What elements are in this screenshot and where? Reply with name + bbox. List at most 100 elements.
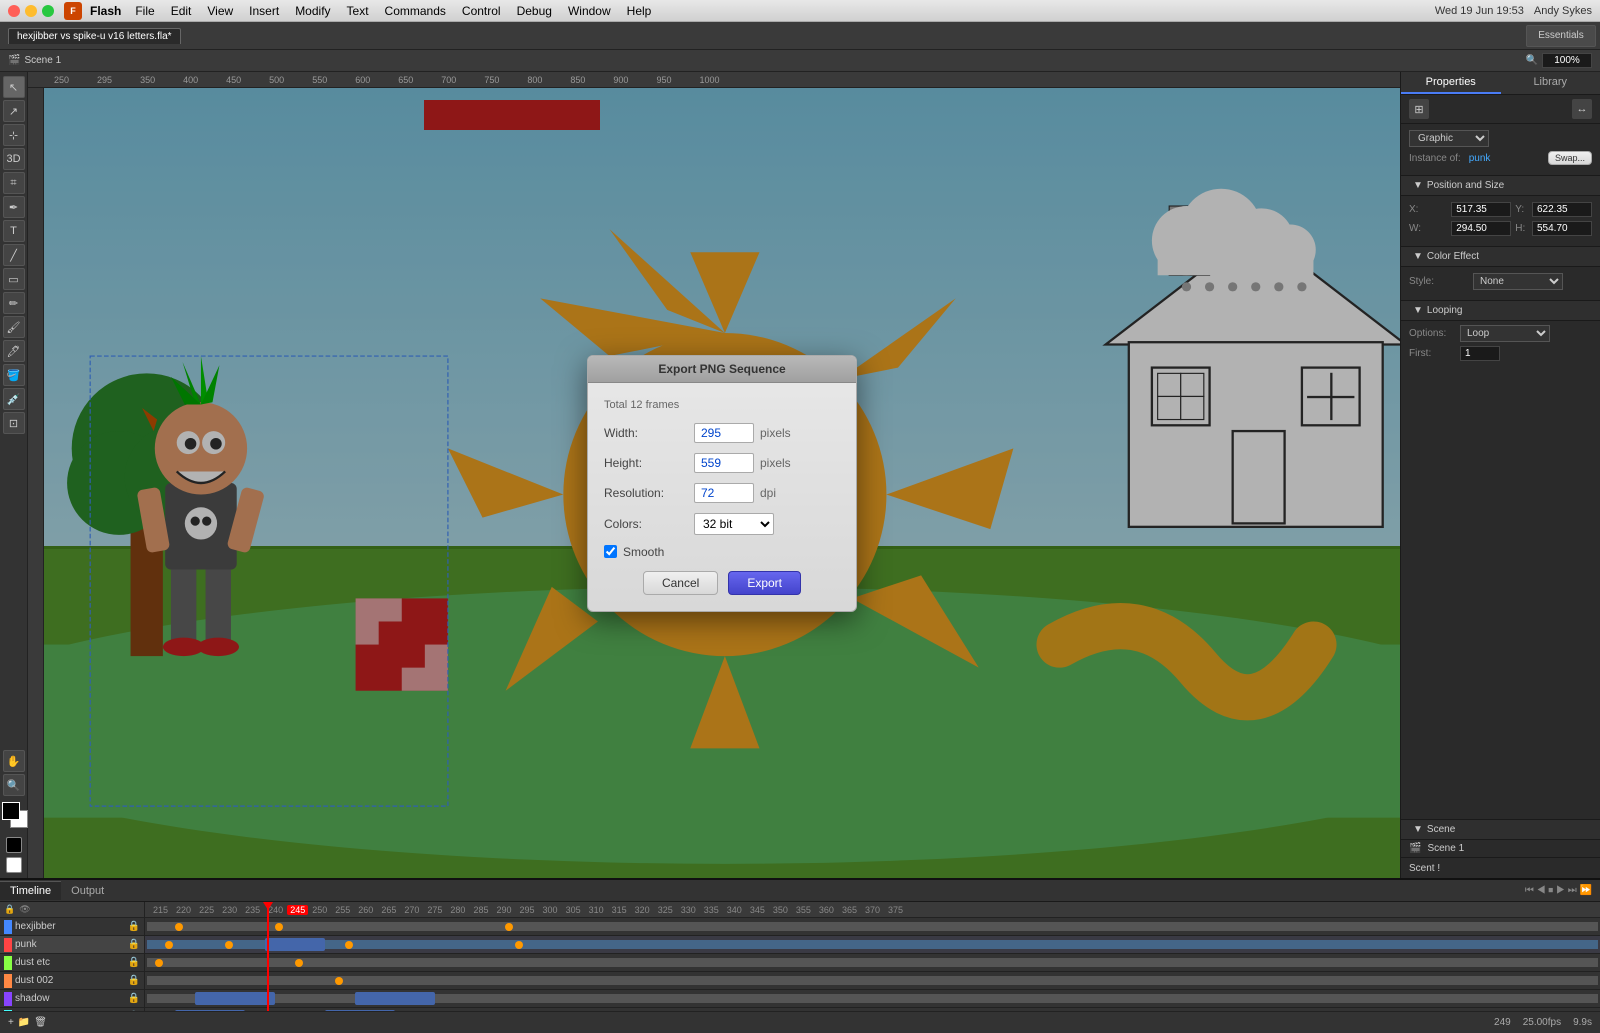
export-button[interactable]: Export [728, 571, 801, 595]
w-input[interactable] [1451, 221, 1511, 236]
frame-ruler: 215 220 225 230 235 240 245 250 255 260 … [145, 902, 1600, 918]
smooth-checkbox[interactable] [604, 545, 617, 558]
brush-tool[interactable]: 🖌 [3, 316, 25, 338]
position-size-triangle: ▼ [1413, 180, 1423, 191]
delete-layer-button[interactable]: 🗑 [34, 1017, 47, 1028]
cancel-button[interactable]: Cancel [643, 571, 718, 595]
zoom-input[interactable]: 100% [1542, 53, 1592, 68]
first-input[interactable] [1460, 346, 1500, 361]
layer-shadow-color [4, 992, 12, 1006]
menu-debug[interactable]: Debug [509, 2, 560, 20]
menu-control[interactable]: Control [454, 2, 509, 20]
swap-button[interactable]: Swap... [1548, 151, 1592, 165]
foreground-color-swatch[interactable] [2, 802, 20, 820]
scene-section: ▼ Scene 🎬 Scene 1 [1401, 819, 1600, 857]
maximize-button[interactable] [42, 5, 54, 17]
menu-modify[interactable]: Modify [287, 2, 338, 20]
style-select[interactable]: None Brightness Tint Advanced Alpha [1473, 273, 1563, 290]
first-row: First: [1409, 346, 1592, 361]
subselect-tool[interactable]: ↗ [3, 100, 25, 122]
keyframe-dustetc-1 [155, 959, 163, 967]
library-tab[interactable]: Library [1501, 72, 1600, 94]
layer-shadow[interactable]: shadow 🔒 [0, 990, 144, 1008]
looping-header[interactable]: ▼ Looping [1401, 301, 1600, 321]
menu-edit[interactable]: Edit [163, 2, 200, 20]
rect-tool[interactable]: ▭ [3, 268, 25, 290]
menu-view[interactable]: View [199, 2, 241, 20]
menu-window[interactable]: Window [560, 2, 619, 20]
w-label: W: [1409, 223, 1447, 234]
timeline-area: Timeline Output ⏮ ◀ ⏹ ▶ ⏭ ⏩ 🔒👁 hexjibber… [0, 878, 1600, 1033]
options-row: Options: Loop Play Once Single Frame [1409, 325, 1592, 342]
arrow-tool[interactable]: ↖ [3, 76, 25, 98]
canvas-area: 250 295 350 400 450 500 550 600 650 700 … [28, 72, 1400, 878]
layer-punk-color [4, 938, 12, 952]
instance-of-label: Instance of: [1409, 153, 1461, 164]
menu-text[interactable]: Text [339, 2, 377, 20]
layer-dust-002[interactable]: dust 002 🔒 [0, 972, 144, 990]
layer-dust-etc[interactable]: dust etc 🔒 [0, 954, 144, 972]
options-select[interactable]: Loop Play Once Single Frame [1460, 325, 1550, 342]
new-folder-button[interactable]: 📁 [18, 1017, 30, 1028]
essentials-button[interactable]: Essentials [1526, 25, 1596, 47]
keyframe-punk-3 [345, 941, 353, 949]
hand-tool[interactable]: ✋ [3, 750, 25, 772]
output-tab[interactable]: Output [61, 882, 114, 900]
width-row: Width: pixels [604, 423, 840, 443]
lasso-tool[interactable]: ⌗ [3, 172, 25, 194]
frames-punk [145, 936, 1600, 954]
keyframe-dustetc-2 [295, 959, 303, 967]
tween-shadow-2 [355, 992, 435, 1005]
eraser-tool[interactable]: ⊡ [3, 412, 25, 434]
text-tool[interactable]: T [3, 220, 25, 242]
toolbar: hexjibber vs spike-u v16 letters.fla* Es… [0, 22, 1600, 50]
position-size-title: Position and Size [1427, 180, 1504, 191]
pen-tool[interactable]: ✒ [3, 196, 25, 218]
menu-file[interactable]: File [127, 2, 162, 20]
menu-help[interactable]: Help [619, 2, 660, 20]
swap-icon[interactable]: ↔ [1572, 99, 1592, 119]
properties-tab[interactable]: Properties [1401, 72, 1501, 94]
fill-color-btn[interactable] [6, 837, 22, 853]
free-transform-tool[interactable]: ⊹ [3, 124, 25, 146]
document-tab[interactable]: hexjibber vs spike-u v16 letters.fla* [8, 28, 181, 44]
timeline-tab[interactable]: Timeline [0, 881, 61, 900]
scent-section: Scent ! [1401, 857, 1600, 878]
line-tool[interactable]: ╱ [3, 244, 25, 266]
eyedropper-tool[interactable]: 💉 [3, 388, 25, 410]
new-layer-button[interactable]: + [8, 1017, 14, 1028]
stroke-color-btn[interactable] [6, 857, 22, 873]
properties-icon[interactable]: ⊞ [1409, 99, 1429, 119]
timeline-content: 🔒👁 hexjibber 🔒 punk 🔒 dust etc 🔒 dust 00 [0, 902, 1600, 1011]
app-name: Flash [90, 4, 121, 18]
color-effect-header[interactable]: ▼ Color Effect [1401, 247, 1600, 267]
position-size-header[interactable]: ▼ Position and Size [1401, 176, 1600, 196]
inkbottle-tool[interactable]: 🖊 [3, 340, 25, 362]
layer-punk-label: punk [15, 939, 125, 950]
close-button[interactable] [8, 5, 20, 17]
pencil-tool[interactable]: ✏ [3, 292, 25, 314]
zoom-tool[interactable]: 🔍 [3, 774, 25, 796]
menu-commands[interactable]: Commands [377, 2, 454, 20]
x-input[interactable] [1451, 202, 1511, 217]
resolution-input[interactable] [694, 483, 754, 503]
frames-area[interactable]: 215 220 225 230 235 240 245 250 255 260 … [145, 902, 1600, 1011]
frames-shadow [145, 990, 1600, 1008]
wh-row: W: H: [1409, 221, 1592, 236]
layer-dust-etc-lock: 🔒 [128, 957, 140, 968]
width-input[interactable] [694, 423, 754, 443]
height-input[interactable] [694, 453, 754, 473]
h-input[interactable] [1532, 221, 1592, 236]
graphic-type-select[interactable]: Graphic Movie Clip Button [1409, 130, 1489, 147]
layer-punk[interactable]: punk 🔒 [0, 936, 144, 954]
scene-header[interactable]: ▼ Scene [1401, 820, 1600, 840]
y-input[interactable] [1532, 202, 1592, 217]
colors-row: Colors: 32 bit 24 bit 8 bit [604, 513, 840, 535]
minimize-button[interactable] [25, 5, 37, 17]
colors-select[interactable]: 32 bit 24 bit 8 bit [694, 513, 774, 535]
keyframe-punk-4 [515, 941, 523, 949]
fill-tool[interactable]: 🪣 [3, 364, 25, 386]
menu-insert[interactable]: Insert [241, 2, 287, 20]
layer-hexjibber[interactable]: hexjibber 🔒 [0, 918, 144, 936]
3d-tool[interactable]: 3D [3, 148, 25, 170]
